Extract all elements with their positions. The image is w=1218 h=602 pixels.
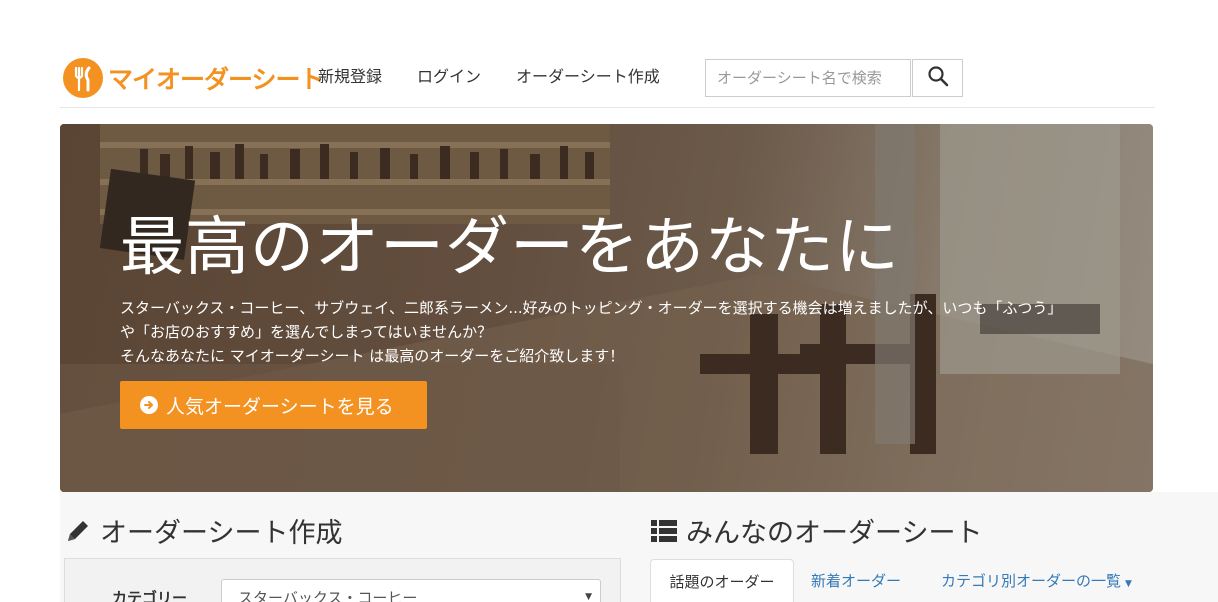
nav-signup-link[interactable]: 新規登録	[318, 66, 382, 88]
pencil-icon	[64, 517, 92, 545]
tab-category-label: カテゴリ別オーダーの一覧	[941, 572, 1122, 590]
list-icon	[650, 518, 678, 544]
list-section-heading: みんなのオーダーシート	[650, 511, 982, 550]
content-left-margin	[0, 492, 60, 602]
category-label: カテゴリー	[112, 589, 188, 602]
create-section-title: オーダーシート作成	[100, 518, 343, 549]
nav-login-link[interactable]: ログイン	[417, 66, 481, 88]
caret-down-icon: ▼	[1125, 579, 1132, 589]
fork-knife-icon	[63, 58, 103, 98]
search-input[interactable]	[705, 59, 911, 97]
search-icon	[927, 65, 949, 91]
order-tabs: 話題のオーダー 新着オーダー カテゴリ別オーダーの一覧 ▼	[650, 559, 1210, 602]
hero-banner: 最高のオーダーをあなたに スターバックス・コーヒー、サブウェイ、二郎系ラーメン.…	[60, 124, 1153, 492]
hero-line: そんなあなたに マイオーダーシート は最高のオーダーをご紹介致します！	[120, 347, 625, 365]
brand-name: マイオーダーシート	[108, 65, 325, 94]
list-section-title: みんなのオーダーシート	[686, 518, 983, 549]
chevron-down-icon: ▼	[585, 592, 592, 602]
create-form-panel: カテゴリー スターバックス・コーヒー ▼	[64, 558, 621, 602]
search-button[interactable]	[912, 59, 963, 97]
hero-title: 最高のオーダーをあなたに	[120, 211, 900, 285]
create-section-heading: オーダーシート作成	[64, 511, 342, 550]
category-select-value: スターバックス・コーヒー	[238, 589, 418, 602]
brand-logo[interactable]: マイオーダーシート	[63, 58, 325, 98]
hero-line: や「お店のおすすめ」を選んでしまってはいませんか？	[120, 323, 493, 341]
popular-sheets-button-label: 人気オーダーシートを見る	[166, 395, 394, 418]
navbar: マイオーダーシート 新規登録 ログイン オーダーシート作成	[60, 52, 1155, 108]
nav-links: 新規登録 ログイン オーダーシート作成	[318, 66, 695, 88]
popular-sheets-button[interactable]: 人気オーダーシートを見る	[120, 381, 427, 429]
tab-category[interactable]: カテゴリ別オーダーの一覧 ▼	[941, 559, 1132, 602]
search-form	[705, 59, 963, 97]
tab-new[interactable]: 新着オーダー	[811, 559, 901, 602]
category-select[interactable]: スターバックス・コーヒー ▼	[221, 579, 601, 602]
tab-trending[interactable]: 話題のオーダー	[650, 559, 794, 602]
arrow-circle-right-icon	[140, 396, 158, 414]
nav-create-sheet-link[interactable]: オーダーシート作成	[516, 66, 660, 88]
hero-line: スターバックス・コーヒー、サブウェイ、二郎系ラーメン...好みのトッピング・オー…	[120, 299, 1063, 317]
hero-description: スターバックス・コーヒー、サブウェイ、二郎系ラーメン...好みのトッピング・オー…	[120, 296, 1062, 368]
